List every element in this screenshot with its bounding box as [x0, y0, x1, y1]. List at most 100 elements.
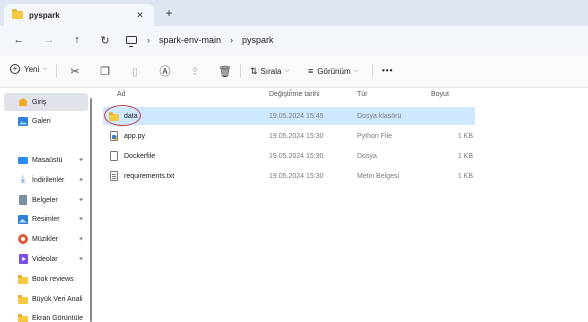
- sidebar-item-label: Belgeler: [32, 196, 58, 204]
- pin-icon[interactable]: ✦: [78, 156, 84, 164]
- file-size: [433, 107, 473, 125]
- column-header-name[interactable]: Ad: [117, 91, 126, 98]
- sidebar-item-book-reviews[interactable]: Book reviews: [4, 270, 88, 288]
- file-size: 1 KB: [457, 152, 473, 160]
- address-bar[interactable]: › spark-env-main › pyspark: [126, 30, 588, 50]
- sidebar-item-label: Masaüstü: [32, 156, 63, 164]
- column-header-modified[interactable]: Değiştirme tarihi: [269, 91, 320, 98]
- file-name-cell: data: [109, 107, 138, 125]
- chevron-right-icon: ›: [230, 35, 234, 45]
- file-type: Dosya: [357, 152, 377, 160]
- tab-close-button[interactable]: ✕: [134, 10, 146, 21]
- table-row[interactable]: requirements.txt 19.05.2024 15:30 Metin …: [103, 167, 475, 185]
- toolbar-divider: [56, 64, 57, 78]
- toolbar-divider: [372, 64, 373, 78]
- new-button[interactable]: + Yeni ⌵: [10, 64, 47, 74]
- sidebar-item-downloads[interactable]: ⤓ İndirilenler ✦: [4, 171, 88, 189]
- pin-icon[interactable]: ✦: [78, 215, 84, 223]
- sidebar-item-videos[interactable]: Videolar ✦: [4, 250, 88, 268]
- file-name: data: [124, 112, 138, 120]
- chevron-right-icon: ›: [147, 35, 150, 45]
- breadcrumb-pyspark[interactable]: pyspark: [242, 35, 274, 45]
- sort-label: Sırala: [260, 67, 282, 76]
- gallery-icon: [18, 116, 28, 126]
- new-tab-button[interactable]: +: [162, 6, 176, 20]
- folder-icon: [18, 294, 28, 304]
- delete-icon[interactable]: 🗑: [218, 64, 232, 78]
- sidebar-item-label: Book reviews: [32, 275, 74, 283]
- chevron-down-icon: ⌵: [42, 65, 47, 72]
- sidebar-item-label: Büyük Veri Anali: [32, 295, 83, 303]
- sidebar-item-label: Giriş: [32, 98, 47, 106]
- pin-icon[interactable]: ✦: [78, 235, 84, 243]
- monitor-icon: [126, 36, 137, 47]
- videos-icon: [18, 254, 28, 264]
- sidebar-item-buyuk-veri[interactable]: Büyük Veri Anali: [4, 290, 88, 308]
- more-options-button[interactable]: •••: [382, 66, 393, 75]
- sidebar-item-label: Videolar: [32, 255, 58, 263]
- file-size: 1 KB: [457, 172, 473, 180]
- view-button[interactable]: ≡ Görünüm ⌵: [308, 66, 358, 76]
- pin-icon[interactable]: ✦: [78, 176, 84, 184]
- back-button[interactable]: ←: [8, 29, 30, 51]
- paste-icon[interactable]: ▯: [128, 64, 142, 78]
- command-bar: + Yeni ⌵ ✂ ❐ ▯ Ⓐ ⇪ 🗑 ⇅ Sırala ⌵ ≡ Görünü…: [0, 54, 588, 88]
- sidebar-item-pictures[interactable]: Resimler ✦: [4, 210, 88, 228]
- cut-icon[interactable]: ✂: [68, 64, 82, 78]
- folder-icon: [18, 274, 28, 284]
- sidebar-item-label: Müzikler: [32, 235, 59, 243]
- sort-icon: ⇅: [250, 66, 258, 76]
- chevron-down-icon: ⌵: [353, 67, 359, 74]
- folder-icon: [18, 313, 28, 322]
- file-name: requirements.txt: [124, 172, 175, 180]
- table-row[interactable]: app.py 19.05.2024 15:30 Python File 1 KB: [103, 127, 475, 145]
- folder-icon: [12, 9, 23, 19]
- desktop-icon: [18, 155, 28, 165]
- file-list: Ad ⌃ Değiştirme tarihi Tür Boyut data 19…: [100, 88, 588, 322]
- sidebar-item-desktop[interactable]: Masaüstü ✦: [4, 151, 88, 169]
- file-name-cell: requirements.txt: [109, 167, 174, 185]
- documents-icon: [18, 195, 28, 205]
- up-button[interactable]: ↑: [66, 29, 88, 51]
- sort-button[interactable]: ⇅ Sırala ⌵: [250, 66, 289, 77]
- chevron-down-icon: ⌵: [284, 68, 290, 74]
- sidebar-item-gallery[interactable]: Galeri: [4, 112, 88, 130]
- sidebar-item-home[interactable]: Giriş: [4, 93, 88, 111]
- copy-icon[interactable]: ❐: [98, 64, 112, 78]
- music-icon: [18, 234, 28, 244]
- pin-icon[interactable]: ✦: [78, 196, 84, 204]
- pin-icon[interactable]: ✦: [78, 255, 84, 263]
- breadcrumb-spark-env-main[interactable]: spark-env-main: [159, 35, 221, 45]
- table-row[interactable]: data 19.05.2024 15:45 Dosya klasörü: [103, 105, 475, 126]
- file-type: Dosya klasörü: [357, 112, 402, 120]
- table-row[interactable]: Dockerfile 19.05.2024 15:30 Dosya 1 KB: [103, 147, 475, 165]
- refresh-button[interactable]: ↻: [94, 29, 116, 51]
- sidebar-item-documents[interactable]: Belgeler ✦: [4, 191, 88, 209]
- plus-icon: +: [10, 64, 20, 74]
- column-header-size[interactable]: Boyut: [431, 91, 449, 98]
- sidebar-item-ekran-goruntule[interactable]: Ekran Görüntüle: [4, 309, 88, 322]
- forward-button[interactable]: →: [38, 29, 60, 51]
- file-modified: 19.05.2024 15:30: [269, 172, 324, 180]
- folder-icon: [109, 111, 119, 121]
- view-label: Görünüm: [317, 66, 351, 76]
- tab-strip: pyspark ✕ +: [0, 0, 588, 26]
- toolbar-divider: [240, 64, 241, 78]
- file-type: Metin Belgesi: [357, 172, 400, 180]
- navigation-pane: Giriş Galeri Masaüstü ✦ ⤓ İndirilenler ✦…: [0, 88, 96, 322]
- tab-pyspark[interactable]: pyspark ✕: [4, 4, 154, 26]
- file-name: Dockerfile: [124, 152, 156, 160]
- sidebar-item-label: İndirilenler: [32, 176, 65, 184]
- file-type: Python File: [357, 132, 393, 140]
- file-name: app.py: [124, 132, 146, 140]
- column-header-type[interactable]: Tür: [357, 91, 368, 98]
- share-icon[interactable]: ⇪: [188, 64, 202, 78]
- file-icon: [109, 151, 119, 161]
- rename-icon[interactable]: Ⓐ: [158, 64, 172, 78]
- sidebar-scrollbar[interactable]: [90, 98, 92, 322]
- navigation-bar: ← → ↑ ↻ › spark-env-main › pyspark: [0, 26, 588, 54]
- file-name-cell: Dockerfile: [109, 147, 155, 165]
- sidebar-item-music[interactable]: Müzikler ✦: [4, 230, 88, 248]
- view-icon: ≡: [308, 66, 314, 76]
- file-modified: 19.05.2024 15:30: [269, 152, 324, 160]
